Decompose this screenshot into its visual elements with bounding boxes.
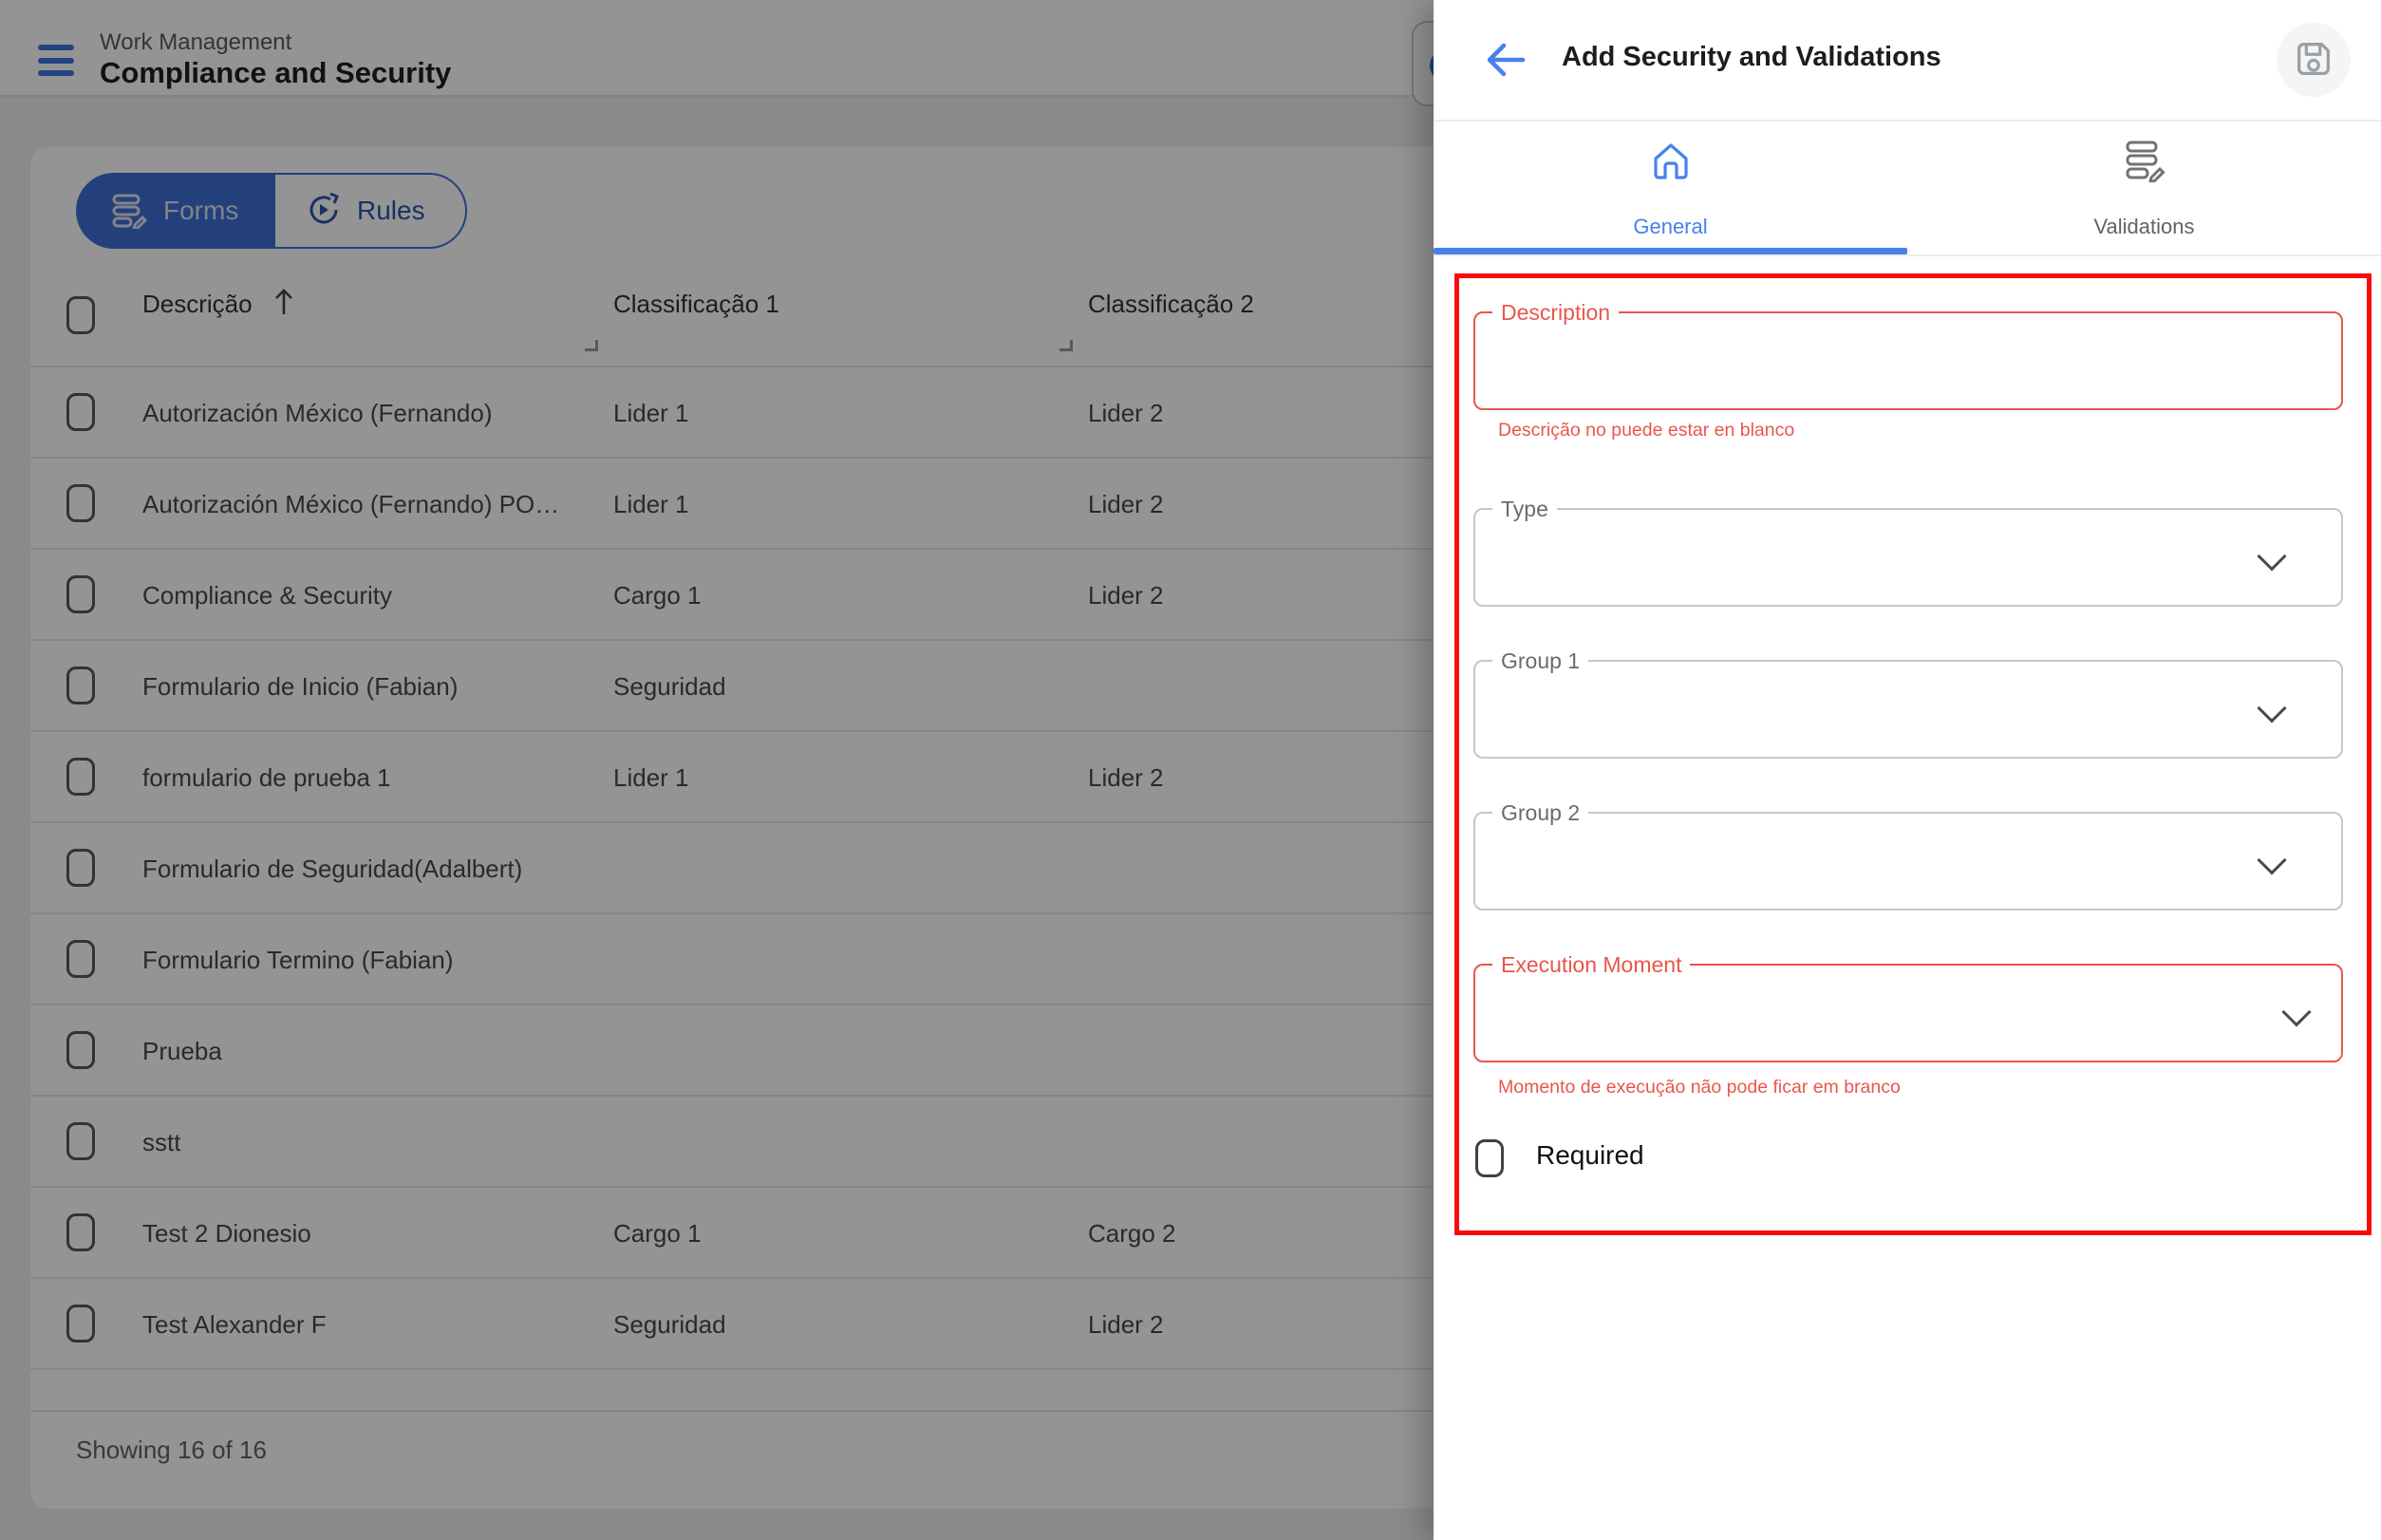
type-label: Type	[1492, 497, 1557, 522]
group2-label: Group 2	[1492, 800, 1588, 826]
description-field-group: Description Descrição no puede estar en …	[1473, 311, 2343, 410]
active-tab-indicator	[1434, 248, 1907, 254]
add-security-panel: Add Security and Validations	[1434, 0, 2381, 1540]
back-button[interactable]	[1483, 38, 1528, 82]
chevron-down-icon	[2257, 693, 2286, 723]
validations-icon	[2123, 139, 2166, 185]
description-error: Descrição no puede estar en blanco	[1498, 420, 1794, 441]
description-label: Description	[1492, 300, 1619, 326]
execution-moment-select[interactable]: Execution Moment	[1473, 964, 2343, 1062]
execution-moment-field-group: Execution Moment Momento de execução não…	[1473, 964, 2343, 1062]
group1-field-group: Group 1	[1473, 660, 2343, 759]
panel-title: Add Security and Validations	[1562, 42, 1941, 73]
chevron-down-icon	[2257, 541, 2286, 571]
screen: Work Management Compliance and Security	[0, 0, 2381, 1540]
panel-tabs: General Validations	[1434, 123, 2381, 256]
group2-field-group: Group 2	[1473, 812, 2343, 911]
back-arrow-icon	[1483, 70, 1528, 85]
general-tab-label: General	[1434, 215, 1907, 239]
type-field-group: Type	[1473, 508, 2343, 607]
tab-general[interactable]: General	[1434, 123, 1907, 254]
chevron-down-icon	[2257, 845, 2286, 874]
type-select[interactable]: Type	[1473, 508, 2343, 607]
tab-validations[interactable]: Validations	[1907, 123, 2381, 254]
group1-label: Group 1	[1492, 648, 1588, 674]
home-icon	[1648, 139, 1694, 187]
save-icon	[2292, 37, 2335, 84]
required-label: Required	[1536, 1140, 1644, 1171]
description-input[interactable]: Description	[1473, 311, 2343, 410]
group1-select[interactable]: Group 1	[1473, 660, 2343, 759]
required-checkbox[interactable]	[1475, 1139, 1504, 1177]
save-button[interactable]	[2277, 23, 2351, 97]
panel-header: Add Security and Validations	[1434, 0, 2381, 122]
execution-moment-error: Momento de execução não pode ficar em br…	[1498, 1077, 1901, 1099]
validations-tab-label: Validations	[1907, 215, 2381, 239]
execution-moment-label: Execution Moment	[1492, 952, 1690, 978]
chevron-down-icon	[2281, 997, 2311, 1026]
group2-select[interactable]: Group 2	[1473, 812, 2343, 911]
